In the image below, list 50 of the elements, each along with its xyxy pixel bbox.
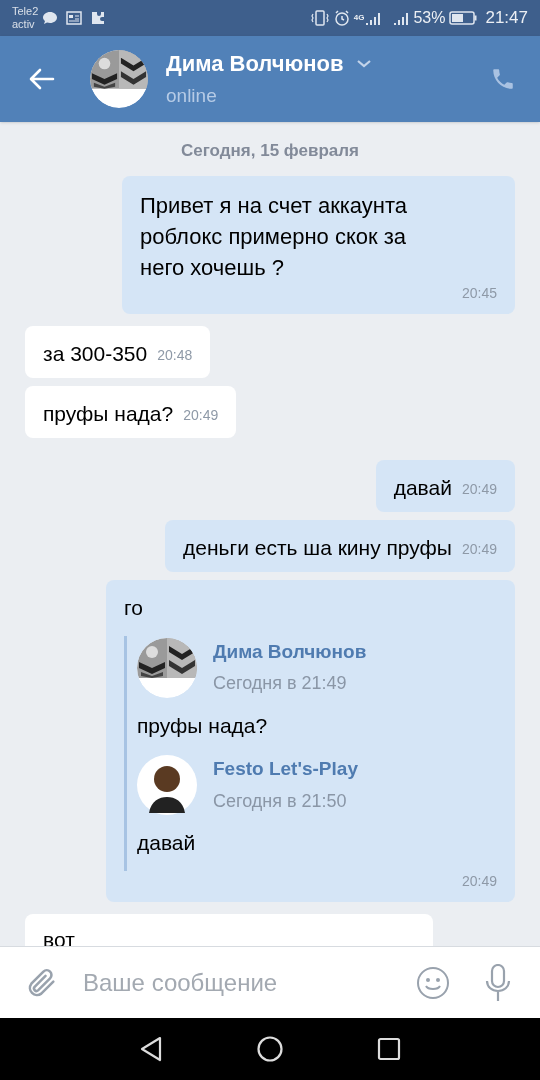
- message-time: 20:49: [461, 539, 497, 559]
- carrier-label: activ: [12, 18, 36, 31]
- contact-name[interactable]: Дима Волчюнов: [166, 47, 344, 81]
- vibrate-icon: [309, 10, 330, 26]
- message-text: деньги есть ша кину пруфы: [183, 534, 452, 561]
- message-text: пруфы нада?: [43, 400, 174, 427]
- message-text: го: [124, 594, 144, 621]
- message-input[interactable]: Ваше сообщение: [83, 964, 416, 1001]
- clock-time: 21:47: [485, 7, 528, 30]
- message-text: давай: [137, 830, 197, 856]
- message-time: 20:48: [157, 345, 193, 365]
- emoji-icon[interactable]: [416, 965, 450, 1000]
- online-status: online: [166, 84, 218, 109]
- battery-percent: 53%: [413, 8, 446, 28]
- date-divider: Сегодня, 15 февраля: [181, 141, 359, 160]
- message-bubble[interactable]: вот: [25, 913, 433, 946]
- message-bubble[interactable]: деньги есть ша кину пруфы 20:49: [165, 519, 515, 572]
- message-time: 20:45: [461, 283, 497, 303]
- battery-icon: [449, 11, 478, 25]
- recents-icon[interactable]: [377, 1037, 401, 1061]
- carrier-label: Tele2: [12, 5, 39, 18]
- news-icon: [66, 11, 83, 25]
- phone-icon[interactable]: [490, 66, 516, 92]
- message-bubble[interactable]: за 300-350 20:48: [25, 325, 211, 378]
- message-bubble[interactable]: Привет я на счет аккаунта роблокс примерно скок за него хочешь ? 20:45: [122, 175, 515, 314]
- message-text: вот: [43, 926, 75, 946]
- message-time: 20:49: [461, 479, 497, 499]
- message-text: Привет я на счет аккаунта роблокс примерно скок за него хочешь ?: [140, 191, 409, 282]
- signal-icon: [365, 11, 382, 25]
- home-icon[interactable]: [257, 1036, 283, 1062]
- puzzle-icon: [90, 10, 107, 26]
- message-composer[interactable]: Ваше сообщение: [0, 946, 540, 1018]
- chevron-down-icon[interactable]: [355, 58, 372, 69]
- network-label: 4G: [353, 12, 365, 24]
- message-time: 20:49: [183, 405, 219, 425]
- message-time: 20:49: [461, 871, 497, 891]
- chat-icon: [42, 11, 59, 25]
- message-text: пруфы нада?: [137, 712, 269, 739]
- message-bubble[interactable]: давай 20:49: [375, 459, 515, 512]
- message-text: давай: [393, 474, 452, 501]
- back-icon[interactable]: [139, 1036, 163, 1062]
- forward-date: Сегодня в 21:49: [213, 672, 348, 696]
- back-arrow-icon: [29, 68, 55, 90]
- alarm-icon: [333, 10, 350, 26]
- message-text: за 300-350: [43, 340, 148, 367]
- signal-icon: [393, 11, 410, 25]
- forward-date: Сегодня в 21:50: [213, 789, 348, 813]
- message-bubble[interactable]: пруфы нада? 20:49: [25, 385, 237, 438]
- avatar-icon: [137, 755, 197, 815]
- microphone-icon[interactable]: [484, 963, 512, 1002]
